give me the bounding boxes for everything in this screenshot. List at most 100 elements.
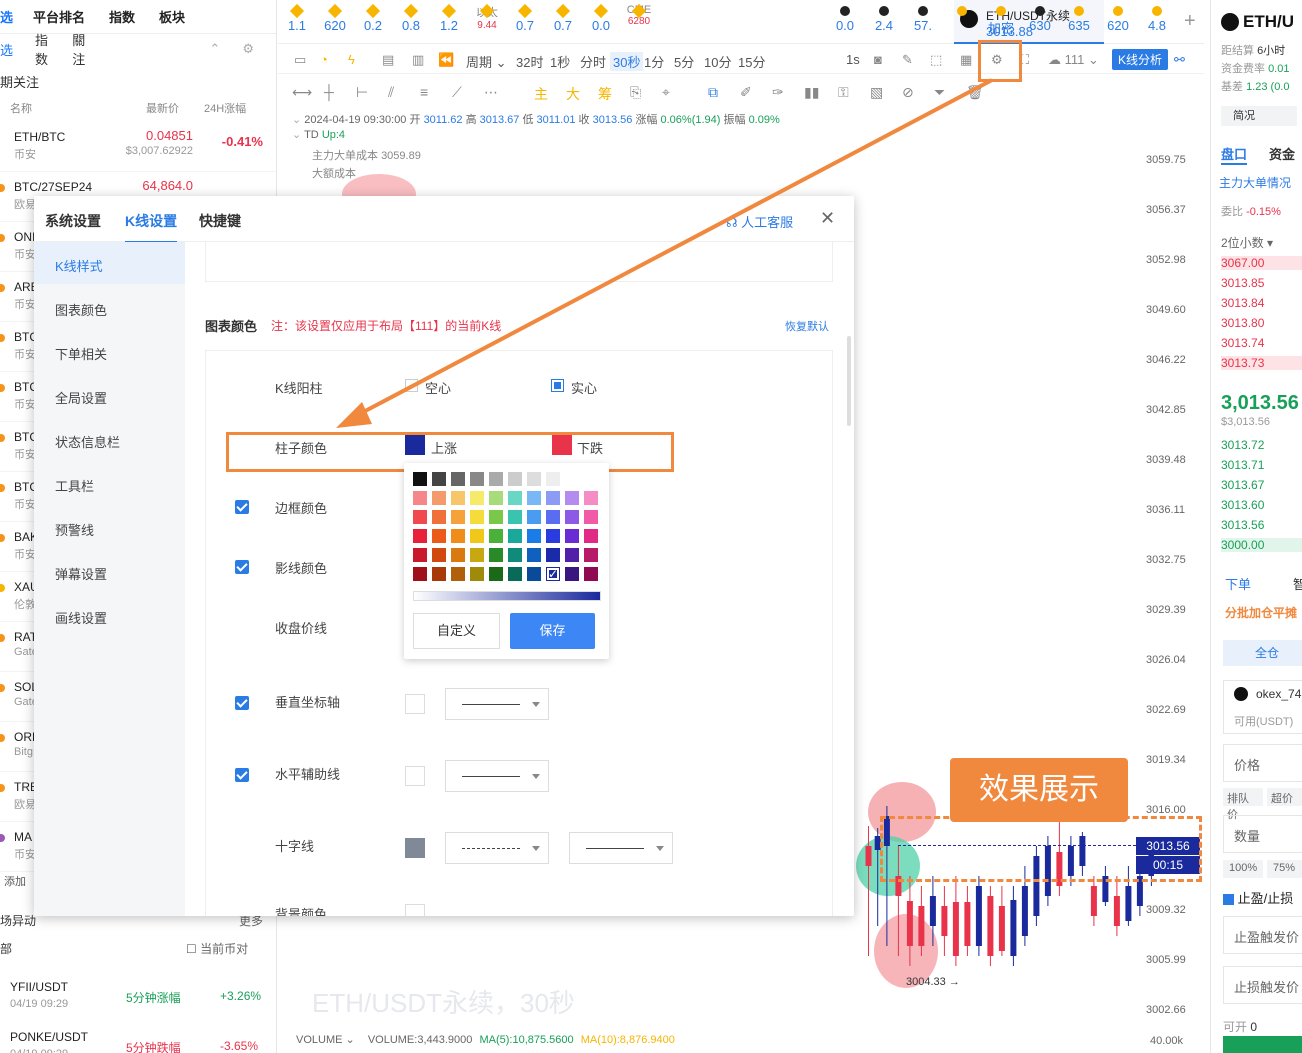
tab-kline-settings[interactable]: K线设置 (125, 211, 178, 243)
color-swatch[interactable] (546, 529, 560, 543)
color-swatch[interactable] (584, 567, 598, 581)
interval-3[interactable]: 30秒 (610, 52, 644, 71)
color-swatch[interactable] (527, 548, 541, 562)
color-swatch[interactable] (584, 510, 598, 524)
queue-price-button[interactable]: 排队价 (1223, 788, 1263, 821)
interval-2[interactable]: 分时 (580, 52, 606, 71)
subnav-follow[interactable]: 關注 (72, 30, 87, 68)
hollow-radio[interactable] (405, 379, 418, 392)
screenshot-icon[interactable]: ⬚ (930, 52, 942, 68)
rewind-icon[interactable]: ⏪ (438, 52, 454, 68)
layout-icon[interactable]: ▥ (412, 52, 424, 68)
color-swatch[interactable] (413, 472, 427, 486)
color-swatch[interactable] (470, 567, 484, 581)
shadow-color-checkbox[interactable] (235, 560, 249, 574)
main-indicator[interactable]: 主 (534, 84, 548, 104)
color-swatch[interactable] (584, 548, 598, 562)
sidebar-item-4[interactable]: 状态信息栏 (55, 432, 120, 451)
pair-tab[interactable] (943, 0, 981, 44)
color-swatch[interactable] (413, 510, 427, 524)
more-icon[interactable]: ⋯ (484, 84, 498, 101)
pair-tab[interactable]: 0.2 (354, 0, 392, 44)
pair-tab[interactable]: 630 (1021, 0, 1059, 44)
bars-icon[interactable]: ▮▮ (804, 84, 819, 101)
border-color-checkbox[interactable] (235, 500, 249, 514)
col-name[interactable]: 名称 (10, 100, 32, 116)
color-swatch[interactable] (527, 567, 541, 581)
color-swatch[interactable] (584, 491, 598, 505)
vaxis-checkbox[interactable] (235, 696, 249, 710)
color-swatch[interactable] (489, 491, 503, 505)
color-swatch[interactable] (432, 510, 446, 524)
color-swatch[interactable] (489, 529, 503, 543)
sidebar-item-2[interactable]: 下单相关 (55, 344, 107, 363)
copy-icon[interactable]: ⧉ (708, 84, 718, 101)
tab-smart[interactable]: 智 (1293, 574, 1302, 593)
nav-platform-rank[interactable]: 平台排名 (33, 7, 85, 26)
sl-trigger-input[interactable]: 止损触发价 (1223, 966, 1302, 1004)
interval-4[interactable]: 1分 (644, 52, 664, 71)
ray-icon[interactable]: ⟋ (452, 84, 462, 101)
hguide-style-select[interactable] (445, 760, 549, 792)
color-swatch[interactable]: ✓ (546, 567, 560, 581)
color-swatch[interactable] (527, 472, 541, 486)
fib-icon[interactable]: ≡ (420, 84, 428, 100)
camera-icon[interactable]: ◙ (874, 52, 882, 67)
margin-mode-button[interactable]: 全仓 (1223, 640, 1302, 666)
batch-link[interactable]: 分批加仓平摊 (1225, 604, 1297, 621)
color-swatch[interactable] (451, 548, 465, 562)
tab-shortcuts[interactable]: 快捷键 (199, 211, 241, 231)
color-swatch[interactable] (584, 529, 598, 543)
color-swatch[interactable] (470, 510, 484, 524)
kline-analysis-button[interactable]: K线分析 (1112, 49, 1169, 70)
color-swatch[interactable] (451, 491, 465, 505)
color-swatch[interactable] (413, 567, 427, 581)
price-input[interactable]: 价格 (1223, 744, 1302, 782)
color-swatch[interactable] (489, 567, 503, 581)
reset-default-link[interactable]: 恢复默认 (785, 318, 829, 334)
volume-label[interactable]: VOLUME (296, 1034, 342, 1046)
interval-1[interactable]: 1秒 (550, 52, 570, 71)
period-dropdown[interactable]: 周期 ⌄ (466, 52, 507, 71)
collapse-icon[interactable]: ⌃ (209, 41, 220, 57)
sidebar-item-8[interactable]: 画线设置 (55, 608, 107, 627)
big-order-link[interactable]: 主力大单情况 (1219, 174, 1291, 191)
tp-trigger-input[interactable]: 止盈触发价 (1223, 916, 1302, 954)
qty-100-button[interactable]: 100% (1223, 860, 1263, 878)
col-price[interactable]: 最新价 (146, 100, 179, 116)
calendar-icon[interactable]: ▤ (382, 52, 394, 68)
abnormal-coin[interactable]: YFII/USDT (10, 980, 68, 994)
color-swatch[interactable] (432, 548, 446, 562)
over-price-button[interactable]: 超价 (1267, 788, 1302, 806)
color-swatch[interactable] (432, 567, 446, 581)
sidebar-item-7[interactable]: 弹幕设置 (55, 564, 107, 583)
tab-place-order[interactable]: 下单 (1225, 574, 1251, 593)
color-swatch[interactable] (470, 491, 484, 505)
vaxis-color-swatch[interactable] (405, 694, 425, 714)
qty-75-button[interactable]: 75% (1267, 860, 1302, 878)
color-swatch[interactable] (470, 472, 484, 486)
sidebar-item-3[interactable]: 全局设置 (55, 388, 107, 407)
color-swatch[interactable] (451, 529, 465, 543)
pair-tab[interactable]: 以太9.44 (468, 0, 506, 44)
chip-indicator[interactable]: 筹 (598, 84, 612, 104)
color-swatch[interactable] (565, 510, 579, 524)
color-swatch[interactable] (413, 491, 427, 505)
color-swatch[interactable] (413, 548, 427, 562)
brief-button[interactable]: 简况 (1221, 106, 1297, 126)
decimals-dropdown[interactable]: 2位小数 ▾ (1221, 234, 1273, 251)
interval-6[interactable]: 10分 (704, 52, 731, 71)
interval-7[interactable]: 15分 (738, 52, 765, 71)
tab-orderbook[interactable]: 盘口 (1221, 144, 1248, 165)
bg-color-swatch[interactable] (405, 904, 425, 916)
settings-icon[interactable]: ⚙ (242, 41, 254, 57)
list-item[interactable]: ETH/BTC 币安 0.04851 $3,007.62922 -0.41% (0, 122, 276, 172)
tpsl-checkbox[interactable]: 止盈/止损 (1223, 888, 1293, 907)
color-swatch[interactable] (432, 529, 446, 543)
pair-tab[interactable]: 0.0 (826, 0, 864, 44)
sidebar-item-1[interactable]: 图表颜色 (55, 300, 107, 319)
lock-icon[interactable]: ⚿ (838, 84, 849, 101)
quantity-input[interactable]: 数量 (1223, 815, 1302, 853)
color-swatch[interactable] (546, 491, 560, 505)
abnormal-coin[interactable]: PONKE/USDT (10, 1030, 88, 1044)
